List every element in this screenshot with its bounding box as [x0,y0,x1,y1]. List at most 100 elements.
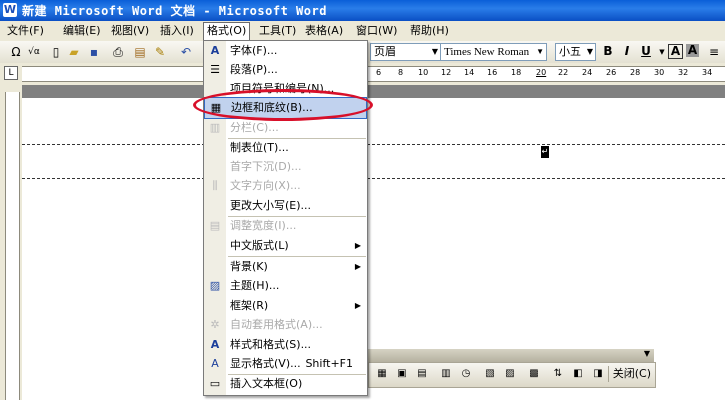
ruler-number: 16 [487,68,498,77]
open-folder-icon[interactable]: ▰ [66,44,82,60]
menu-item-label: 中文版式(L) [230,239,289,252]
insert-page-count-icon[interactable]: ▣ [395,367,409,381]
page-setup-icon[interactable]: ▧ [483,367,497,381]
undo-icon[interactable]: ↶ [178,44,194,60]
switch-header-footer-icon[interactable]: ⇅ [551,367,565,381]
font-icon: A [210,44,220,57]
menu-item-asian-layout[interactable]: 中文版式(L) ▶ [204,236,367,256]
underline-button[interactable]: U [639,44,653,59]
ruler-number: 24 [582,68,593,77]
menu-item-tabs[interactable]: 制表位(T)... [204,138,367,158]
menu-item-label: 字体(F)... [230,44,278,57]
menu-item-label: 显示格式(V)... [230,357,301,370]
same-as-previous-icon[interactable]: ▩ [527,367,541,381]
size-combo[interactable]: 小五 ▼ [555,43,596,61]
show-document-text-icon[interactable]: ▨ [503,367,517,381]
menu-item-label: 分栏(C)... [230,121,279,134]
ruler-number: 12 [441,68,452,77]
textbox-icon: ▭ [209,377,221,390]
ruler-number: 6 [376,68,382,77]
menu-item-reveal-formatting[interactable]: A 显示格式(V)... Shift+F1 [204,354,367,374]
menu-table[interactable]: 表格(A) [302,23,346,39]
insert-page-number-icon[interactable]: ▦ [375,367,389,381]
font-combo[interactable]: Times New Roman ▼ [440,43,547,61]
character-border-icon[interactable]: A [668,44,683,59]
word-icon: W [3,3,17,17]
vertical-ruler[interactable] [5,92,20,400]
menu-item-autoformat[interactable]: ✲ 自动套用格式(A)... [204,315,367,335]
menu-item-label: 更改大小写(E)... [230,199,312,212]
menu-item-label: 首字下沉(D)... [230,160,302,173]
format-painter-icon[interactable]: ✎ [152,44,168,60]
save-icon[interactable]: ▪ [86,44,102,60]
autoformat-icon: ✲ [210,318,220,331]
fit-width-icon: ▤ [209,219,221,232]
close-header-footer-button[interactable]: 关闭(C) [607,366,651,382]
horizontal-ruler[interactable]: 6 8 10 12 14 16 18 20 22 24 26 28 30 32 … [22,66,725,82]
ruler-number: 18 [511,68,522,77]
print-icon[interactable]: ⎙ [110,44,126,60]
floating-toolbar-titlebar[interactable]: ▼ [368,349,654,362]
paragraph-mark: ↵ [541,146,549,158]
tab-selector-icon[interactable]: L [4,66,18,80]
bold-button[interactable]: B [601,44,615,59]
menu-file[interactable]: 文件(F) [4,23,47,39]
align-justify-icon[interactable]: ≡ [706,44,722,60]
menu-item-insert-textbox[interactable]: ▭ 插入文本框(O) [204,374,367,394]
menu-format[interactable]: 格式(O) [203,22,251,40]
menu-item-paragraph[interactable]: ☰ 段落(P)... [204,60,367,80]
menu-view[interactable]: 视图(V) [108,23,152,39]
menu-item-label: 文字方向(X)... [230,179,301,192]
style-combo[interactable]: 页眉 ▼ [370,43,441,61]
menu-insert[interactable]: 插入(I) [157,23,197,39]
menu-item-drop-cap[interactable]: 首字下沉(D)... [204,157,367,177]
menu-item-font[interactable]: A 字体(F)... [204,41,367,61]
menu-item-text-direction[interactable]: ⫼ 文字方向(X)... [204,176,367,196]
menu-item-background[interactable]: 背景(K) ▶ [204,257,367,277]
equation-icon[interactable]: √α [26,44,42,60]
menu-item-label: 主题(H)... [230,279,280,292]
menu-item-columns[interactable]: ▥ 分栏(C)... [204,118,367,138]
menu-window[interactable]: 窗口(W) [353,23,400,39]
menu-item-fit-width[interactable]: ▤ 调整宽度(I)... [204,216,367,236]
columns-icon: ▥ [209,121,221,134]
menu-item-styles-formatting[interactable]: A 样式和格式(S)... [204,335,367,355]
menu-item-label: 背景(K) [230,260,268,273]
insert-time-icon[interactable]: ◷ [459,367,473,381]
chevron-down-icon: ▼ [536,47,544,56]
menu-edit[interactable]: 编辑(E) [60,23,104,39]
ruler-number: 30 [654,68,665,77]
paste-icon[interactable]: ▤ [132,44,148,60]
format-page-number-icon[interactable]: ▤ [415,367,429,381]
show-next-icon[interactable]: ◨ [591,367,605,381]
submenu-arrow-icon: ▶ [354,262,361,271]
menu-item-label: 调整宽度(I)... [230,219,297,232]
chevron-down-icon[interactable]: ▼ [644,349,650,358]
menu-item-change-case[interactable]: 更改大小写(E)... [204,196,367,216]
ruler-number: 28 [630,68,641,77]
italic-button[interactable]: I [620,44,634,59]
ruler-number: 26 [606,68,617,77]
insert-date-icon[interactable]: ▥ [439,367,453,381]
theme-icon: ▨ [209,279,221,292]
size-value: 小五 [559,45,581,58]
menu-item-label: 样式和格式(S)... [230,338,312,351]
menu-item-theme[interactable]: ▨ 主题(H)... [204,276,367,296]
ruler-number: 20 [536,68,547,77]
new-document-icon[interactable]: ▯ [48,44,64,60]
show-previous-icon[interactable]: ◧ [571,367,585,381]
menu-tools[interactable]: 工具(T) [256,23,299,39]
chevron-down-icon: ▼ [431,47,438,56]
menu-bar: 文件(F) 编辑(E) 视图(V) 插入(I) 格式(O) 工具(T) 表格(A… [0,21,725,42]
symbol-icon[interactable]: Ω [8,44,24,60]
character-shading-icon[interactable]: A [686,44,699,57]
ruler-number: 8 [398,68,404,77]
reveal-format-icon: A [211,357,219,370]
ruler-number: 22 [558,68,569,77]
menu-help[interactable]: 帮助(H) [407,23,452,39]
submenu-arrow-icon: ▶ [354,301,361,310]
paragraph-icon: ☰ [210,63,220,76]
menu-item-frames[interactable]: 框架(R) ▶ [204,296,367,316]
menu-item-label: 制表位(T)... [230,141,289,154]
header-boundary-line [22,178,725,179]
